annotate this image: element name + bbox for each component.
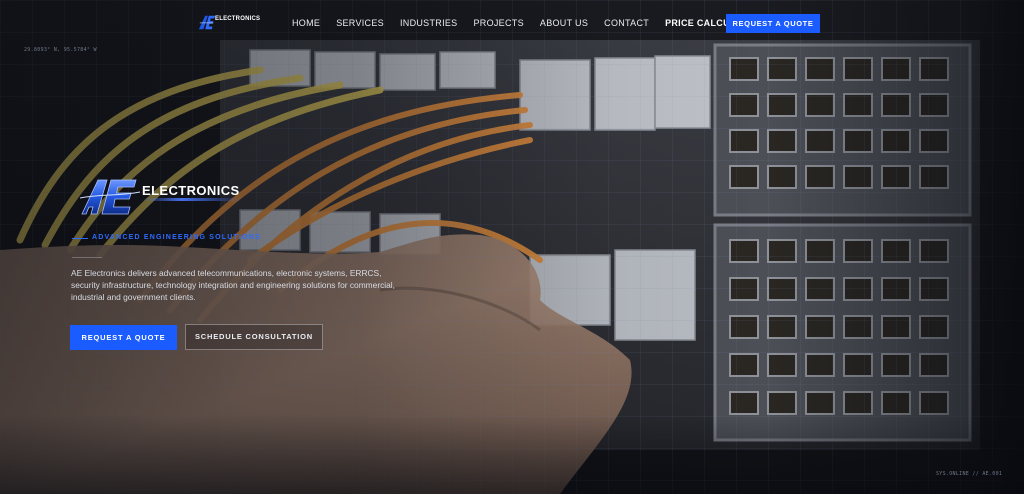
hero-section: ELECTRONICS HOME SERVICES INDUSTRIES PRO…	[0, 0, 1024, 494]
nav-logo[interactable]: ELECTRONICS	[198, 13, 260, 31]
ae-logo-icon	[198, 15, 216, 30]
nav-links: HOME SERVICES INDUSTRIES PROJECTS ABOUT …	[292, 18, 778, 28]
nav-link-contact[interactable]: CONTACT	[604, 18, 649, 28]
nav-link-about-us[interactable]: ABOUT US	[540, 18, 588, 28]
hero-schedule-consultation-button[interactable]: SCHEDULE CONSULTATION	[185, 324, 323, 350]
ae-logo-icon	[80, 179, 140, 215]
tagline-divider	[72, 257, 102, 258]
brand-swoosh	[142, 198, 242, 201]
top-navigation: ELECTRONICS HOME SERVICES INDUSTRIES PRO…	[0, 0, 1024, 46]
nav-request-quote-button[interactable]: REQUEST A QUOTE	[726, 14, 820, 33]
hero-tagline-row: ADVANCED ENGINEERING SOLUTIONS	[72, 234, 272, 244]
hero-brand-name: ELECTRONICS	[142, 183, 240, 198]
nav-link-projects[interactable]: PROJECTS	[473, 18, 523, 28]
system-status-readout: SYS.ONLINE // AE.001	[936, 471, 1003, 477]
hero-tagline: ADVANCED ENGINEERING SOLUTIONS	[92, 234, 261, 241]
tagline-accent-line	[72, 238, 88, 239]
nav-link-home[interactable]: HOME	[292, 18, 320, 28]
coordinates-readout: 29.8093° N, 95.5784° W	[24, 47, 97, 53]
nav-link-services[interactable]: SERVICES	[336, 18, 384, 28]
hero-brand-logo: ELECTRONICS	[80, 174, 260, 220]
hero-request-quote-button[interactable]: REQUEST A QUOTE	[70, 325, 177, 350]
nav-logo-text: ELECTRONICS	[215, 16, 261, 22]
nav-link-industries[interactable]: INDUSTRIES	[400, 18, 458, 28]
hero-description: AE Electronics delivers advanced telecom…	[71, 268, 395, 303]
hero-shade-bottom	[0, 414, 1024, 494]
